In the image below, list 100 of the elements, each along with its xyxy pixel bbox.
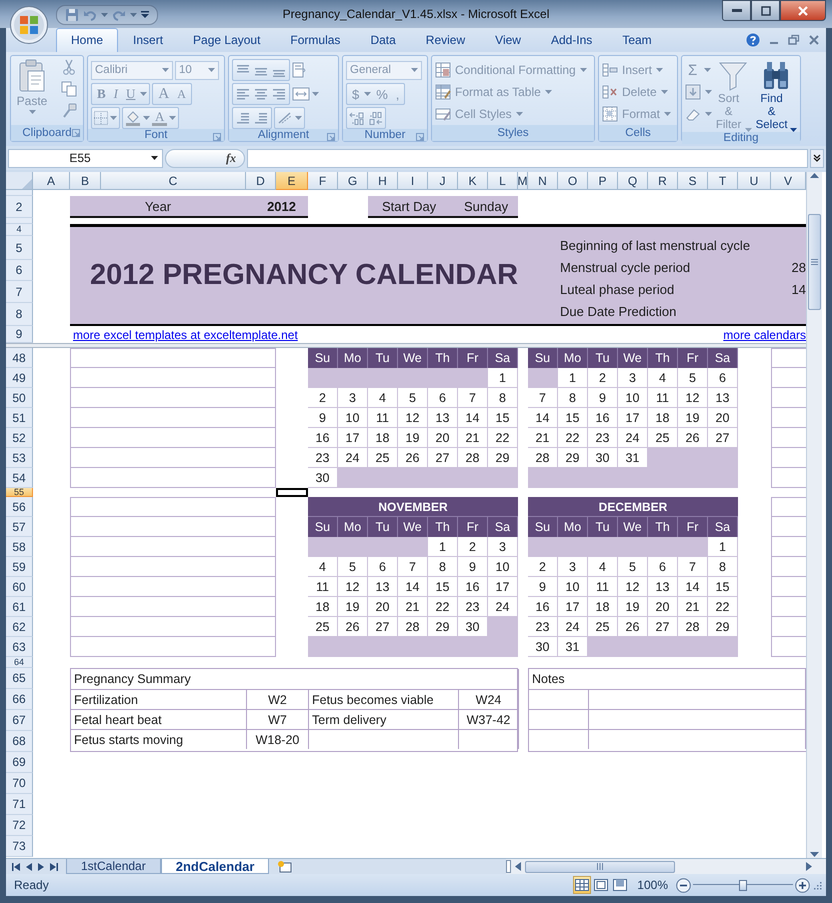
ribbon-tab[interactable]: Insert bbox=[118, 28, 178, 52]
normal-view-icon[interactable] bbox=[575, 879, 590, 891]
page-break-icon[interactable] bbox=[613, 879, 628, 891]
row-header[interactable]: 2 bbox=[6, 196, 33, 218]
expand-formula-button[interactable] bbox=[810, 148, 824, 168]
column-header[interactable]: U bbox=[738, 172, 771, 190]
save-icon[interactable] bbox=[65, 8, 79, 22]
fill-color-icon[interactable] bbox=[125, 110, 141, 126]
select-all-icon[interactable] bbox=[22, 179, 32, 189]
row-header[interactable]: 54 bbox=[6, 468, 33, 488]
column-header[interactable]: B bbox=[70, 172, 101, 190]
row-header[interactable]: 64 bbox=[6, 657, 33, 668]
row-header[interactable]: 55 bbox=[6, 488, 33, 497]
split-handle-icon[interactable] bbox=[506, 860, 511, 873]
row-header[interactable] bbox=[6, 218, 33, 224]
column-header[interactable]: K bbox=[458, 172, 488, 190]
copy-icon[interactable] bbox=[61, 81, 77, 97]
row-header[interactable]: 6 bbox=[6, 260, 33, 281]
sheet-tab[interactable]: 2ndCalendar bbox=[160, 859, 270, 874]
scrollbar-thumb[interactable] bbox=[525, 860, 675, 872]
view-button[interactable] bbox=[611, 876, 630, 894]
row-header[interactable]: 49 bbox=[6, 368, 33, 388]
find-select-button[interactable]: Find & Select bbox=[755, 59, 797, 132]
column-header[interactable]: M bbox=[518, 172, 528, 190]
last-sheet-icon[interactable] bbox=[50, 862, 58, 870]
column-header[interactable]: T bbox=[708, 172, 738, 190]
row-header[interactable]: 69 bbox=[6, 752, 33, 773]
scroll-up-icon[interactable] bbox=[810, 172, 819, 178]
sheet-tab[interactable]: 1stCalendar bbox=[66, 859, 161, 874]
column-header[interactable]: V bbox=[771, 172, 806, 190]
scroll-left-icon[interactable] bbox=[515, 862, 521, 871]
column-header[interactable]: S bbox=[678, 172, 708, 190]
row-header[interactable]: 72 bbox=[6, 815, 33, 836]
selected-cell[interactable] bbox=[276, 488, 308, 497]
row-header[interactable]: 7 bbox=[6, 281, 33, 303]
restore-icon[interactable] bbox=[788, 34, 800, 46]
row-header[interactable]: 48 bbox=[6, 348, 33, 368]
column-header[interactable]: D bbox=[246, 172, 276, 190]
name-box[interactable]: E55 bbox=[8, 148, 163, 168]
customize-icon[interactable] bbox=[141, 11, 149, 19]
column-header[interactable]: A bbox=[33, 172, 70, 190]
previous-sheet-icon[interactable] bbox=[26, 862, 32, 870]
scroll-right-icon[interactable] bbox=[806, 862, 812, 871]
orientation-icon[interactable] bbox=[277, 111, 293, 125]
increase-decimal-icon[interactable] bbox=[349, 111, 365, 125]
redo-icon[interactable] bbox=[112, 8, 126, 22]
row-header[interactable]: 53 bbox=[6, 448, 33, 468]
row-header[interactable] bbox=[6, 190, 33, 196]
row-header[interactable]: 62 bbox=[6, 617, 33, 637]
formula-input[interactable] bbox=[247, 148, 808, 168]
column-header[interactable]: N bbox=[528, 172, 558, 190]
decrease-indent-icon[interactable] bbox=[235, 111, 251, 125]
row-header[interactable]: 70 bbox=[6, 773, 33, 794]
borders-icon[interactable] bbox=[94, 111, 108, 125]
column-header[interactable]: E bbox=[276, 172, 308, 190]
align-left-icon[interactable] bbox=[235, 87, 251, 101]
row-header[interactable]: 9 bbox=[6, 326, 33, 343]
zoom-slider[interactable] bbox=[693, 880, 793, 890]
ribbon-tab[interactable]: Data bbox=[355, 28, 411, 52]
dialog-launcher-icon[interactable] bbox=[327, 133, 335, 141]
ribbon-tab[interactable]: View bbox=[480, 28, 536, 52]
row-header[interactable]: 68 bbox=[6, 731, 33, 752]
row-header[interactable]: 4 bbox=[6, 224, 33, 236]
undo-icon[interactable] bbox=[83, 8, 97, 22]
row-header[interactable]: 5 bbox=[6, 236, 33, 260]
dialog-launcher-icon[interactable] bbox=[213, 133, 221, 141]
column-header[interactable]: I bbox=[398, 172, 428, 190]
column-header[interactable]: J bbox=[428, 172, 458, 190]
align-center-icon[interactable] bbox=[253, 87, 269, 101]
minimize-button[interactable] bbox=[722, 0, 751, 21]
zoom-level[interactable]: 100% bbox=[629, 878, 676, 892]
merge-center-icon[interactable] bbox=[292, 87, 310, 101]
maximize-button[interactable] bbox=[751, 0, 780, 21]
row-header[interactable]: 63 bbox=[6, 637, 33, 657]
view-button[interactable] bbox=[573, 876, 592, 894]
link[interactable]: more excel templates at exceltemplate.net bbox=[73, 328, 298, 342]
zoom-in-icon[interactable] bbox=[795, 878, 810, 892]
column-header[interactable]: C bbox=[101, 172, 246, 190]
column-header[interactable]: P bbox=[588, 172, 618, 190]
slider-thumb[interactable] bbox=[739, 880, 747, 891]
ribbon-tab[interactable]: Page Layout bbox=[178, 28, 276, 52]
row-header[interactable]: 56 bbox=[6, 497, 33, 517]
insert-function-button[interactable]: fx bbox=[165, 148, 245, 168]
column-header[interactable]: H bbox=[368, 172, 398, 190]
row-header[interactable]: 51 bbox=[6, 408, 33, 428]
row-header[interactable]: 60 bbox=[6, 577, 33, 597]
row-header[interactable]: 8 bbox=[6, 303, 33, 326]
row-header[interactable]: 66 bbox=[6, 689, 33, 710]
row-header[interactable]: 59 bbox=[6, 557, 33, 577]
next-sheet-icon[interactable] bbox=[38, 862, 44, 870]
increase-indent-icon[interactable] bbox=[253, 111, 269, 125]
insert-sheet-icon[interactable] bbox=[277, 860, 294, 873]
link[interactable]: more calendars bbox=[723, 328, 806, 342]
ribbon-tab[interactable]: Review bbox=[410, 28, 480, 52]
align-right-icon[interactable] bbox=[271, 87, 287, 101]
row-header[interactable]: 73 bbox=[6, 836, 33, 857]
page-layout-icon[interactable] bbox=[594, 879, 608, 891]
scissors-icon[interactable] bbox=[61, 59, 77, 75]
row-header[interactable]: 58 bbox=[6, 537, 33, 557]
row-header[interactable]: 50 bbox=[6, 388, 33, 408]
